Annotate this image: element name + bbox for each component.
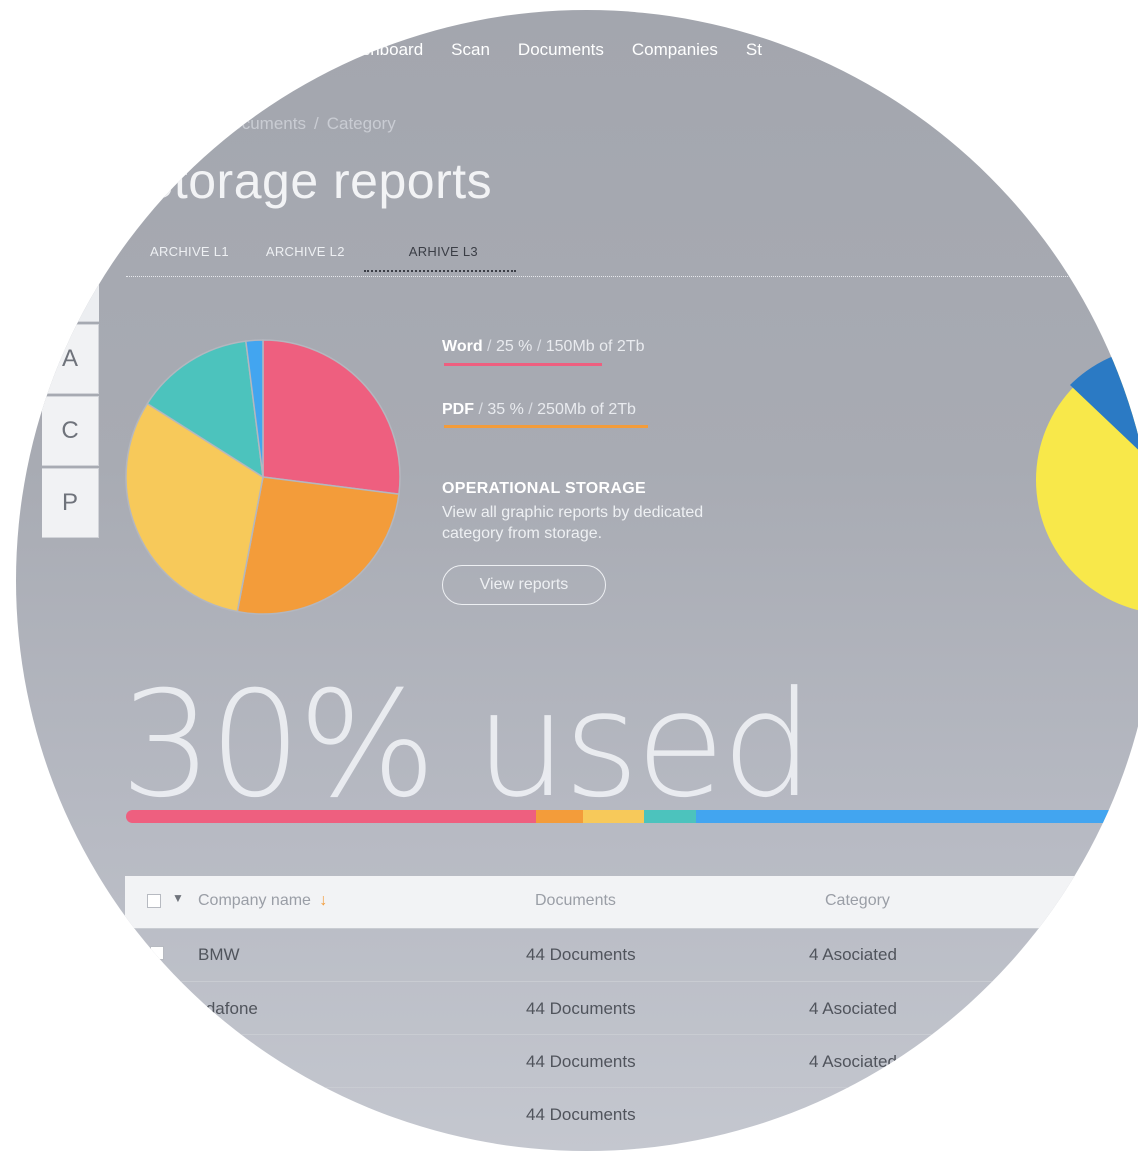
row-checkbox[interactable] [150, 946, 164, 960]
chevron-down-icon[interactable]: ▼ [172, 891, 184, 905]
letter-a[interactable]: A [42, 324, 99, 394]
nav-companies[interactable]: Companies [632, 40, 718, 60]
tab-archive-l3[interactable]: ARHIVE L3 [363, 244, 516, 272]
header-documents[interactable]: Documents [535, 892, 616, 910]
select-all-checkbox[interactable] [147, 894, 161, 908]
legend-pdf: PDF / 35 % / 250Mb of 2Tb [442, 401, 636, 418]
header-company-label: Company name [198, 892, 311, 909]
header-category[interactable]: Category [825, 892, 890, 910]
tabs-divider [126, 276, 1138, 277]
circular-viewport: Dashboard Scan Documents Companies St Do… [16, 10, 1138, 1151]
legend-pdf-total: of 2Tb [590, 401, 636, 418]
row-documents: 44 Documents [526, 999, 636, 1018]
legend-word-percent: 25 % [495, 338, 533, 355]
nav-dashboard[interactable]: Dashboard [340, 40, 423, 60]
row-company: Vodafone [186, 999, 258, 1018]
row-category: 4 Asociated [809, 1052, 897, 1071]
operational-text: View all graphic reports by dedicated ca… [442, 504, 704, 542]
nav-more[interactable]: St [746, 40, 762, 60]
usage-label: 30% used [120, 660, 814, 830]
secondary-pie-chart [1036, 348, 1138, 611]
row-documents: 44 Documents [526, 945, 636, 964]
letter-p[interactable]: P [42, 468, 99, 538]
breadcrumb: Documents / Category [220, 114, 396, 133]
pie-slice [236, 476, 400, 615]
row-category: 4 Asociated [809, 945, 897, 964]
row-category: 4 Asociated [809, 999, 897, 1018]
operational-title: OPERATIONAL STORAGE [442, 480, 646, 497]
nav-scan[interactable]: Scan [451, 40, 490, 60]
legend-pdf-underline [444, 425, 648, 428]
archive-tabs: ARCHIVE L1 ARCHIVE L2 ARHIVE L3 [150, 244, 516, 272]
nav-documents[interactable]: Documents [518, 40, 604, 60]
legend-word: Word / 25 % / 150Mb of 2Tb [442, 338, 645, 355]
legend-pdf-name: PDF [442, 401, 474, 418]
row-documents: 44 Documents [526, 1105, 636, 1124]
legend-word-total: of 2Tb [599, 338, 645, 355]
letter-index-top [42, 283, 99, 322]
breadcrumb-parent[interactable]: Documents [220, 114, 306, 133]
legend-word-size: 150Mb [545, 338, 595, 355]
usage-bar-segment [126, 810, 536, 823]
usage-bar [126, 810, 1126, 823]
letter-c[interactable]: C [42, 396, 99, 466]
pie-slice [262, 339, 401, 496]
header-company[interactable]: Company name ↓ [198, 892, 327, 910]
legend-pdf-percent: 35 % [487, 401, 524, 418]
legend-word-underline [444, 363, 602, 366]
row-company: BMW [198, 945, 240, 964]
tab-archive-l1[interactable]: ARCHIVE L1 [150, 244, 229, 272]
view-reports-button[interactable]: View reports [442, 565, 606, 605]
usage-bar-segment [644, 810, 696, 823]
top-nav: Dashboard Scan Documents Companies St [340, 40, 762, 60]
usage-bar-segment [583, 810, 644, 823]
legend-pdf-size: 250Mb [537, 401, 587, 418]
page-title: Storage reports [140, 153, 493, 209]
tab-archive-l2[interactable]: ARCHIVE L2 [266, 244, 345, 272]
letter-index: A C P [42, 324, 99, 540]
storage-pie-chart [125, 339, 401, 615]
breadcrumb-current: Category [326, 114, 396, 133]
usage-bar-segment [696, 810, 1126, 823]
legend-word-name: Word [442, 338, 483, 355]
row-documents: 44 Documents [526, 1052, 636, 1071]
sort-arrow-icon[interactable]: ↓ [319, 892, 327, 909]
usage-bar-segment [536, 810, 583, 823]
